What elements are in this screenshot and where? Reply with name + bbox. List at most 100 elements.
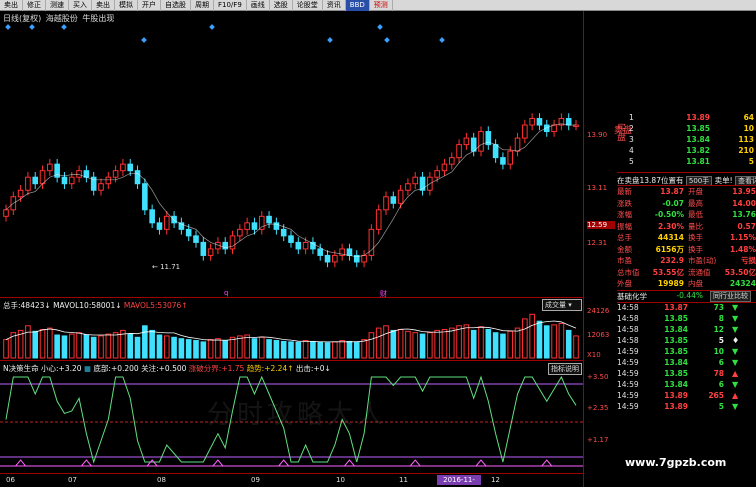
volume-bar xyxy=(324,342,331,359)
candle-body xyxy=(32,176,39,185)
candle-body xyxy=(61,176,68,185)
volume-bar xyxy=(353,341,360,359)
volume-bar xyxy=(61,335,68,359)
tick-row: 14:59 13.85 78 ▲ xyxy=(617,369,739,378)
volume-bar xyxy=(39,328,46,359)
candle-body xyxy=(288,235,294,243)
tick-row: 14:59 13.84 6 ▼ xyxy=(617,358,739,367)
volume-bar xyxy=(280,340,287,359)
industry-compare-button[interactable]: 同行业比较 xyxy=(710,291,751,302)
marker-q[interactable]: q xyxy=(224,289,228,297)
background-watermark-text: 分时攻略大人 xyxy=(207,400,388,430)
tick-row: 14:59 13.85 10 ▼ xyxy=(617,347,739,356)
volume-bar xyxy=(266,339,272,359)
low-price-marker: ← 11.71 xyxy=(152,263,181,271)
volume-bar xyxy=(273,340,280,359)
volume-bar xyxy=(361,339,367,359)
cursor-date-badge: 2016-11-14... xyxy=(437,475,481,487)
order-row[interactable]: 5 13.81 5 xyxy=(584,157,756,167)
indicator-marker xyxy=(409,459,421,467)
down-arrow-icon: ▼ xyxy=(732,325,739,334)
site-watermark: www.7gpzb.com xyxy=(625,456,727,469)
x-tick: 06 xyxy=(6,476,15,484)
order-row[interactable]: 4 13.82 210 xyxy=(584,146,756,156)
volume-bar xyxy=(127,333,134,359)
candle-body xyxy=(317,248,324,256)
volume-bar xyxy=(485,328,492,359)
candle-body xyxy=(361,254,367,263)
volume-bar xyxy=(478,326,484,359)
sector-name[interactable]: 基础化学 xyxy=(617,291,647,302)
volume-bar xyxy=(237,335,243,359)
candle-body xyxy=(207,248,214,256)
sector-change: -0.44% xyxy=(676,291,703,300)
candle-body xyxy=(332,254,338,263)
quote-row: 外盘 19989 内盘 24324 xyxy=(617,279,756,288)
volume-bar xyxy=(163,335,170,359)
candle-body xyxy=(419,176,426,191)
volume-bar xyxy=(229,336,236,359)
indicator-marker xyxy=(541,459,553,467)
candle-body xyxy=(478,131,484,152)
candle-body xyxy=(76,170,82,178)
candle-body xyxy=(463,137,470,146)
volume-bar xyxy=(514,327,521,359)
volume-bar xyxy=(83,334,90,359)
volume-bar xyxy=(178,338,185,359)
volume-bar xyxy=(375,327,382,359)
volume-bar xyxy=(54,334,60,359)
candle-body xyxy=(39,170,46,185)
candle-body xyxy=(383,196,389,211)
candle-body xyxy=(500,157,506,165)
tick-row: 14:59 13.84 6 ▼ xyxy=(617,380,739,389)
volume-bar xyxy=(105,333,112,359)
tick-row: 14:59 13.89 5 ▼ xyxy=(617,402,739,411)
indicator-help-button[interactable]: 指标说明 xyxy=(548,363,582,375)
volume-bar xyxy=(339,340,345,359)
candle-body xyxy=(522,124,528,139)
indicator-marker xyxy=(278,459,290,467)
down-arrow-icon: ▼ xyxy=(732,314,739,323)
candle-body xyxy=(529,118,535,126)
volume-bar xyxy=(390,329,397,359)
volume-bar xyxy=(295,341,302,359)
candle-body xyxy=(47,163,53,172)
candle-body xyxy=(470,137,477,152)
volume-bar xyxy=(98,335,104,359)
indicator-selector[interactable]: 成交量 ▾ xyxy=(542,299,582,311)
volume-bar xyxy=(222,340,229,359)
order-row[interactable]: 2 13.85 10 xyxy=(584,124,756,134)
candle-body xyxy=(83,170,90,178)
volume-bar xyxy=(529,313,535,359)
candle-body xyxy=(397,189,404,204)
volume-bar xyxy=(434,329,440,359)
tick-list[interactable]: 14:58 13.87 73 ▼ 14:58 13.85 8 ▼ 14:58 13.84 12 ▼ 14… xyxy=(584,303,756,443)
candle-body xyxy=(507,150,514,165)
volume-bar xyxy=(3,339,9,359)
volume-bar xyxy=(427,332,433,359)
candle-body xyxy=(295,241,302,250)
candle-body xyxy=(565,118,572,126)
candle-body xyxy=(266,215,272,224)
marker-finance[interactable]: 财 xyxy=(380,289,387,299)
quote-table: 最新 13.87 开盘 13.95 涨跌 -0.07 最高 14.00 涨幅 -0.50% 最低 13… xyxy=(584,186,756,290)
candle-body xyxy=(441,163,448,172)
order-row[interactable]: 3 13.84 113 xyxy=(584,135,756,145)
volume-bar xyxy=(448,327,455,359)
candle-body xyxy=(127,163,134,172)
order-row[interactable]: 1 13.89 64 xyxy=(584,113,756,123)
candle-body xyxy=(112,170,119,178)
quote-row: 涨跌 -0.07 最高 14.00 xyxy=(617,198,756,208)
volume-bar xyxy=(551,324,557,359)
candle-body xyxy=(237,228,243,237)
volume-bar xyxy=(441,328,448,359)
volume-bar xyxy=(346,340,353,359)
quote-row: 最新 13.87 开盘 13.95 xyxy=(617,187,756,196)
indicator-marker xyxy=(81,459,92,467)
x-tick: 08 xyxy=(157,476,166,484)
volume-bar xyxy=(25,325,31,359)
quote-row: 总市值 53.55亿 流通值 53.50亿 xyxy=(617,267,756,277)
volume-bar xyxy=(185,339,192,359)
candle-body xyxy=(375,209,382,230)
volume-bar xyxy=(470,329,477,359)
